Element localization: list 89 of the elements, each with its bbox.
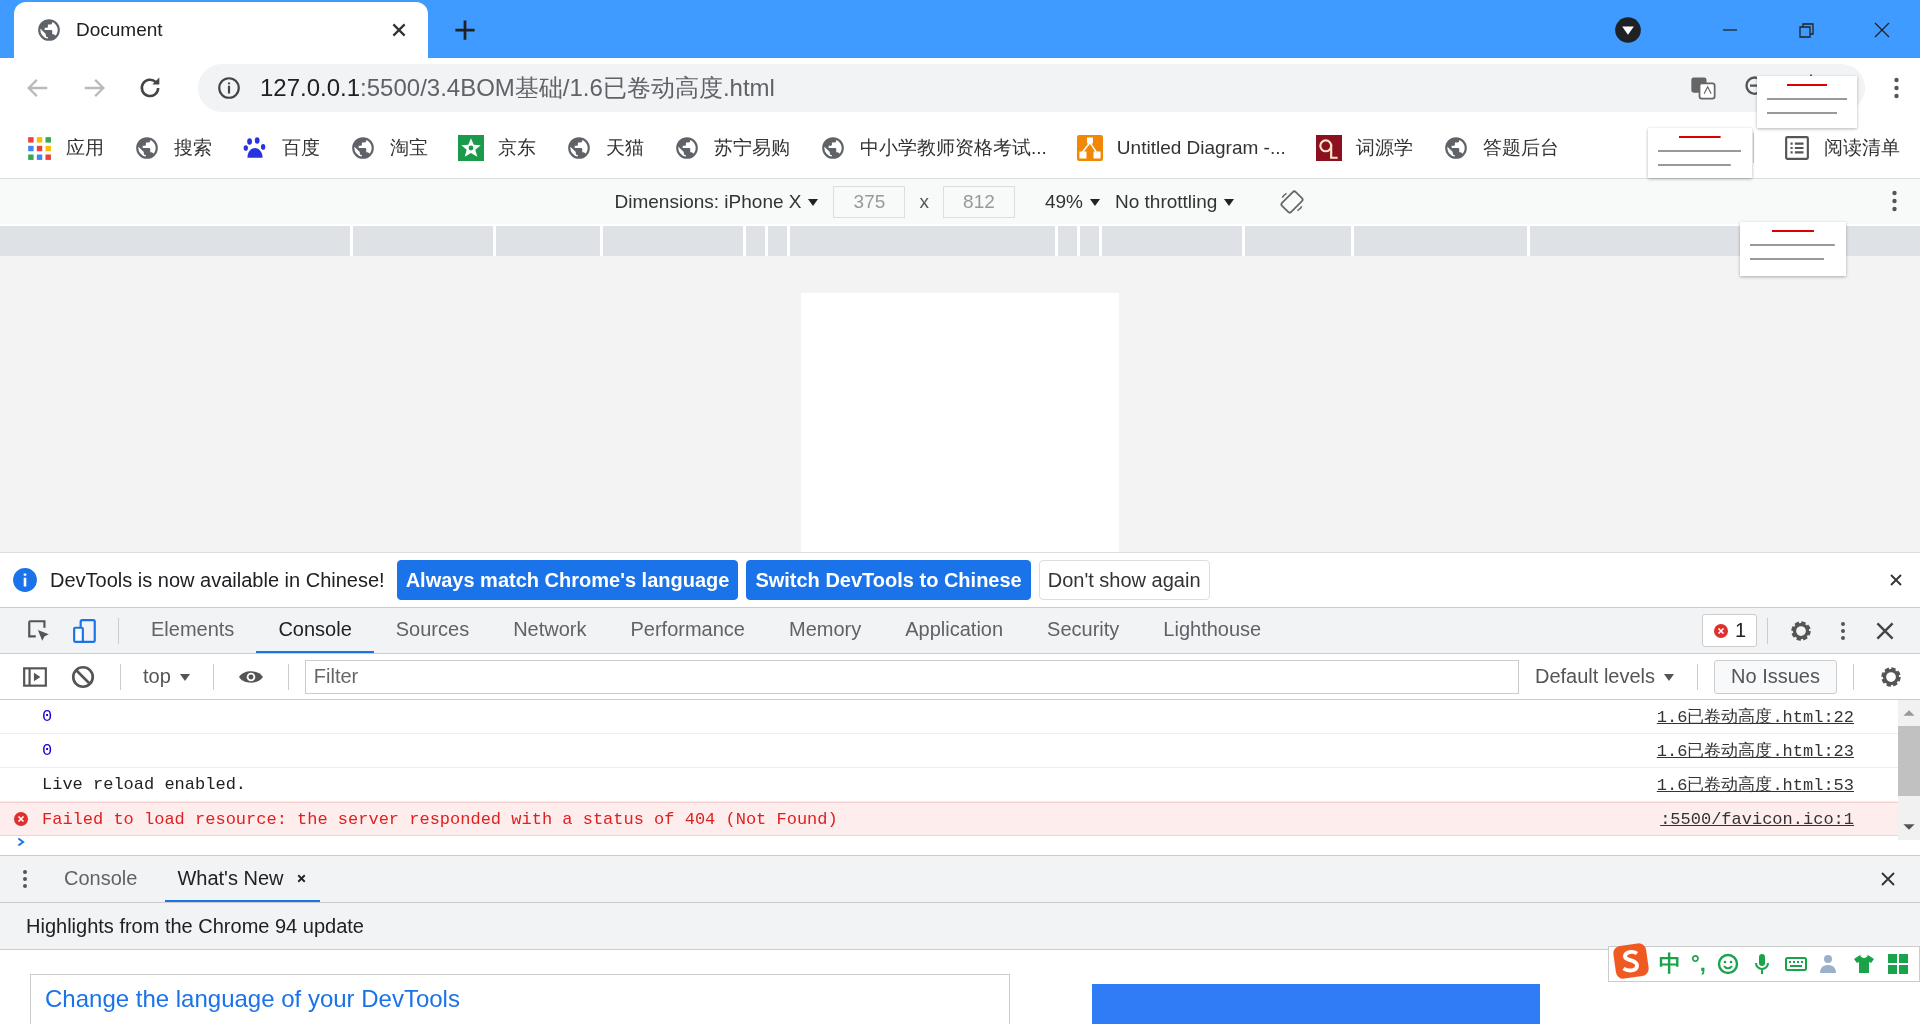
error-icon [13, 811, 29, 827]
diagram-logo-icon [1076, 135, 1103, 161]
zoom-dropdown[interactable]: 49% [1044, 190, 1101, 213]
source-link[interactable]: 1.6已卷动高度.html:23 [1656, 739, 1854, 762]
plus-icon[interactable] [454, 19, 476, 41]
device-toggle-icon[interactable] [72, 617, 98, 644]
paw-icon [242, 135, 268, 161]
console-message: 0 [42, 741, 53, 760]
device-dropdown[interactable]: Dimensions: iPhone X [614, 190, 820, 213]
dropdown-icon[interactable] [1614, 16, 1642, 44]
caret-icon [1663, 671, 1676, 682]
error-counter[interactable]: 1 [1701, 614, 1757, 647]
ime-logo-icon[interactable] [1613, 943, 1649, 979]
globe-icon [134, 135, 160, 161]
info-icon[interactable] [216, 75, 242, 101]
devtools-tab[interactable]: Application [883, 608, 1026, 653]
devtools-tab[interactable]: Security [1025, 608, 1142, 653]
bookmark-item[interactable]: 词源学 [1315, 135, 1413, 161]
bookmark-item[interactable]: 答题后台 [1442, 135, 1559, 161]
bookmark-item[interactable]: 淘宝 [350, 135, 428, 161]
globe-icon [674, 135, 700, 161]
apps-grid-icon [26, 135, 52, 161]
bookmark-item[interactable]: 天猫 [566, 135, 644, 161]
bookmark-item[interactable]: 苏宁易购 [674, 135, 790, 161]
address-bar[interactable]: 127.0.0.1:5500/3.4BOM基础/1.6已卷动高度.html [198, 64, 1865, 112]
globe-icon [1442, 135, 1469, 161]
log-levels-dropdown[interactable]: Default levels [1535, 665, 1676, 688]
clear-console-icon[interactable] [70, 663, 96, 690]
more-options-icon[interactable] [22, 867, 28, 891]
times-sign: x [919, 190, 929, 213]
console-message: Failed to load resource: the server responded with a status of 404 (Not Found) [42, 809, 838, 829]
caret-icon [178, 671, 191, 682]
article-card[interactable]: Change the language of your DevTools [30, 974, 1010, 1024]
infobar-button[interactable]: Don't show again [1038, 560, 1210, 600]
rotate-icon[interactable] [1279, 188, 1306, 215]
scrollbar[interactable] [1898, 700, 1920, 840]
caret-icon [1089, 196, 1101, 207]
caret-icon [1223, 196, 1236, 207]
smiley-icon[interactable] [1715, 952, 1740, 976]
devtools-tab[interactable]: Sources [373, 608, 492, 653]
flower-logo-icon [458, 135, 484, 161]
more-options-icon[interactable] [1891, 189, 1898, 213]
devtools-tab[interactable]: Network [491, 608, 609, 653]
close-icon[interactable] [1888, 572, 1904, 588]
tab-title: Document [76, 19, 164, 41]
bookmark-item[interactable]: 中小学教师资格考试... [820, 135, 1047, 161]
more-options-icon[interactable] [1893, 76, 1900, 100]
bookmark-item[interactable]: 京东 [458, 135, 536, 161]
shirt-icon[interactable] [1851, 952, 1876, 976]
url-text: 127.0.0.1:5500/3.4BOM基础/1.6已卷动高度.html [260, 73, 775, 103]
bookmark-item[interactable]: 百度 [242, 135, 320, 161]
list-icon [1784, 135, 1810, 161]
devtools-tab[interactable]: Console [256, 608, 374, 653]
source-link[interactable]: 1.6已卷动高度.html:53 [1656, 773, 1854, 796]
bookmark-item[interactable]: 应用 [26, 135, 104, 161]
infobar-button[interactable]: Switch DevTools to Chinese [746, 560, 1031, 600]
browser-tab[interactable]: Document [14, 2, 428, 58]
context-dropdown[interactable]: top [143, 665, 191, 688]
issues-button[interactable]: No Issues [1714, 659, 1837, 694]
close-icon[interactable] [1880, 871, 1896, 887]
console-message: 0 [42, 707, 53, 726]
throttling-dropdown[interactable]: No throttling [1115, 190, 1236, 213]
info-icon [12, 567, 38, 593]
bookmark-item[interactable]: Untitled Diagram -... [1076, 135, 1286, 161]
devtools-tab[interactable]: Performance [608, 608, 767, 653]
infobar-message: DevTools is now available in Chinese! [50, 568, 385, 592]
grid-icon[interactable] [1885, 952, 1910, 976]
restore-icon[interactable] [1796, 20, 1816, 40]
book-logo-icon [1315, 135, 1342, 161]
whats-new-heading: Highlights from the Chrome 94 update [26, 914, 364, 938]
devtools-tab[interactable]: Lighthouse [1141, 608, 1284, 653]
error-icon [1712, 622, 1729, 639]
globe-icon [820, 135, 846, 161]
globe-icon [36, 17, 62, 43]
filter-field[interactable]: Filter [304, 659, 1519, 694]
source-link[interactable]: 1.6已卷动高度.html:22 [1656, 705, 1854, 728]
devtools-tab[interactable]: Memory [767, 608, 884, 653]
globe-icon [350, 135, 376, 161]
infobar-button[interactable]: Always match Chrome's language [396, 560, 739, 600]
devtools-tab[interactable]: Elements [129, 608, 257, 653]
globe-icon [566, 135, 592, 161]
article-link[interactable]: Change the language of your DevTools [45, 985, 460, 1012]
drawer-tab[interactable]: Console [52, 856, 150, 902]
caret-icon [807, 196, 820, 207]
close-icon[interactable] [390, 21, 408, 39]
console-message: Live reload enabled. [42, 775, 247, 794]
reading-list-button[interactable]: 阅读清单 [1784, 135, 1900, 161]
source-link[interactable]: :5500/favicon.ico:1 [1660, 809, 1854, 829]
bookmark-item[interactable]: 搜索 [134, 135, 212, 161]
